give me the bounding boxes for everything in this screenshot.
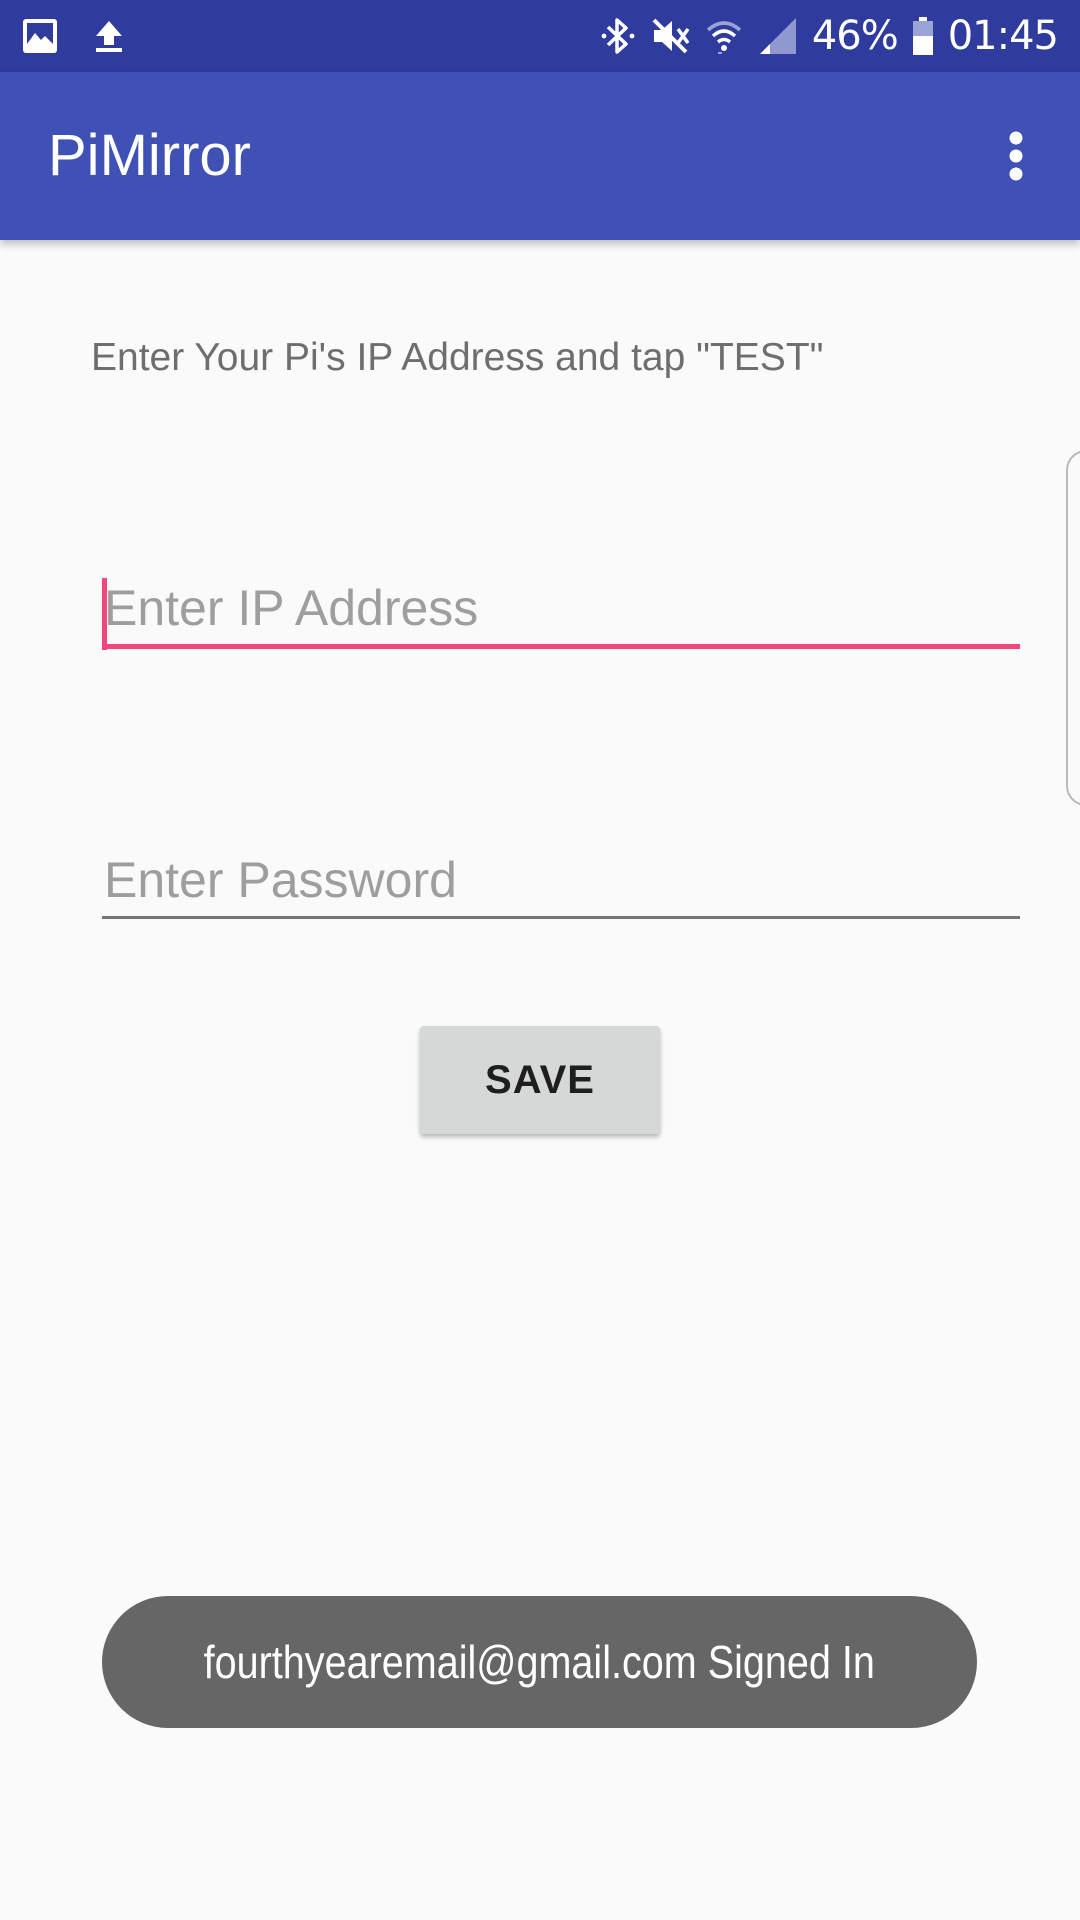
clock: 01:45 [947, 13, 1059, 59]
save-button[interactable]: SAVE [420, 1026, 660, 1134]
app-title: PiMirror [48, 123, 251, 188]
wifi-icon [704, 16, 744, 56]
text-cursor [102, 578, 107, 650]
battery-icon [912, 16, 934, 56]
status-bar: 46% 01:45 [0, 0, 1080, 72]
ip-address-underline [102, 644, 1020, 649]
instruction-text: Enter Your Pi's IP Address and tap "TEST… [91, 336, 824, 379]
edge-panel-handle[interactable] [1066, 450, 1080, 806]
password-field [102, 844, 1020, 919]
app-bar: PiMirror [0, 72, 1080, 240]
ip-address-input[interactable] [102, 572, 1020, 644]
more-vert-icon[interactable] [984, 122, 1048, 190]
image-icon [22, 18, 58, 54]
toast-message: fourthyearemail@gmail.com Signed In [203, 1636, 876, 1688]
signal-icon [758, 16, 798, 56]
password-input[interactable] [102, 844, 1020, 916]
mute-icon [650, 16, 690, 56]
status-right-icons: 46% 01:45 [600, 10, 1059, 62]
ip-address-field [102, 572, 1020, 650]
toast: fourthyearemail@gmail.com Signed In [102, 1596, 977, 1728]
status-left-icons [22, 18, 124, 54]
password-underline [102, 916, 1020, 919]
bluetooth-icon [600, 16, 636, 56]
battery-percent: 46% [811, 13, 899, 59]
upload-icon [94, 19, 124, 53]
